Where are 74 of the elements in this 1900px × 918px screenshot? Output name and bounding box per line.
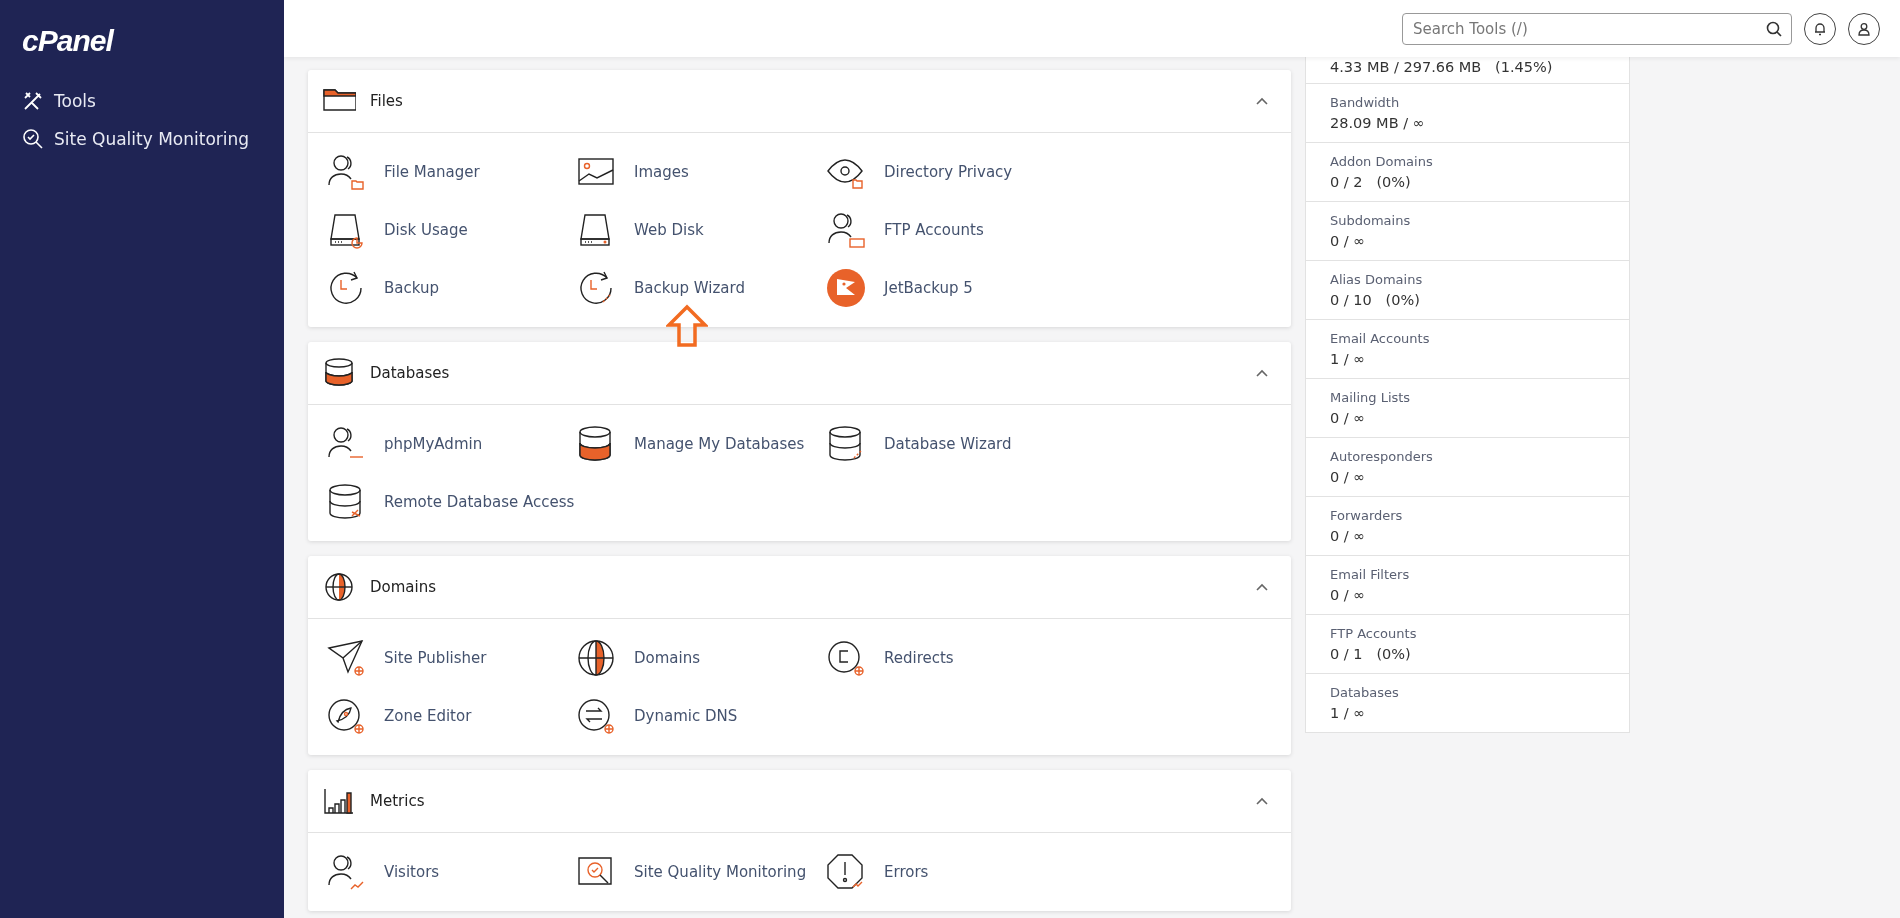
- tool-link[interactable]: Dynamic DNS: [634, 707, 738, 725]
- tool-link[interactable]: Database Wizard: [884, 435, 1012, 453]
- section-title[interactable]: Databases: [370, 364, 450, 382]
- redirect-icon[interactable]: [826, 638, 866, 678]
- stat-value: 0 / ∞: [1330, 410, 1367, 426]
- octagon-exclamation-icon[interactable]: [826, 852, 866, 892]
- stat-label: Databases: [1330, 685, 1400, 700]
- tool-link[interactable]: Site Publisher: [384, 649, 487, 667]
- stat-label: Forwarders: [1330, 508, 1404, 523]
- logo[interactable]: cPanel: [22, 24, 113, 58]
- stat-value: 1 / ∞: [1330, 705, 1367, 721]
- search-icon: [1766, 20, 1782, 37]
- stat-value: 0 / 2 (0%): [1330, 174, 1412, 190]
- tool-link[interactable]: Manage My Databases: [634, 435, 805, 453]
- stat-value: 4.33 MB / 297.66 MB (1.45%): [1330, 59, 1554, 75]
- bell-icon: [1813, 21, 1827, 36]
- globe-icon[interactable]: [576, 638, 616, 678]
- stat-value: 0 / ∞: [1330, 528, 1367, 544]
- stat-label: Subdomains: [1330, 213, 1412, 228]
- rocket-icon[interactable]: [326, 696, 366, 736]
- tool-link[interactable]: Backup: [384, 279, 439, 297]
- stat-label: Email Filters: [1330, 567, 1411, 582]
- notifications-button[interactable]: [1804, 12, 1836, 45]
- tool-link[interactable]: FTP Accounts: [884, 221, 984, 239]
- stat-label: Addon Domains: [1330, 154, 1434, 169]
- tool-link[interactable]: Zone Editor: [384, 707, 472, 725]
- user-icon[interactable]: [326, 152, 366, 192]
- tool-link[interactable]: Backup Wizard: [634, 279, 745, 297]
- tool-link[interactable]: Site Quality Monitoring: [634, 863, 807, 881]
- tool-link[interactable]: File Manager: [384, 163, 480, 181]
- section-title[interactable]: Metrics: [370, 792, 425, 810]
- stat-value: 0 / 10 (0%): [1330, 292, 1421, 308]
- nav-item[interactable]: Site Quality Monitoring: [22, 124, 250, 154]
- section-title[interactable]: Domains: [370, 578, 437, 596]
- tool-link[interactable]: Web Disk: [634, 221, 704, 239]
- tool-link[interactable]: Remote Database Access: [384, 493, 575, 511]
- round-logo-icon[interactable]: [826, 268, 866, 308]
- arrows-icon[interactable]: [576, 696, 616, 736]
- user-icon: [1857, 21, 1871, 36]
- user-icon[interactable]: [326, 852, 366, 892]
- stat-label: FTP Accounts: [1330, 626, 1418, 641]
- stat-value: 0 / ∞: [1330, 587, 1367, 603]
- tools-icon: [22, 90, 44, 112]
- stat-label: Autoresponders: [1330, 449, 1434, 464]
- tool-link[interactable]: Directory Privacy: [884, 163, 1013, 181]
- nav-item[interactable]: Tools: [22, 86, 96, 116]
- tool-link[interactable]: Domains: [634, 649, 701, 667]
- globe-icon: [322, 570, 356, 604]
- chevron-icon[interactable]: [1255, 796, 1269, 806]
- account-button[interactable]: [1848, 12, 1880, 45]
- tool-link[interactable]: Disk Usage: [384, 221, 468, 239]
- tool-link[interactable]: Visitors: [384, 863, 440, 881]
- stat-value: 1 / ∞: [1330, 351, 1367, 367]
- tool-link[interactable]: phpMyAdmin: [384, 435, 483, 453]
- stat-label: Alias Domains: [1330, 272, 1424, 287]
- tool-link[interactable]: Redirects: [884, 649, 954, 667]
- stat-label: Mailing Lists: [1330, 390, 1412, 405]
- user-icon[interactable]: [826, 210, 866, 250]
- tool-link[interactable]: Images: [634, 163, 689, 181]
- search-field[interactable]: Search Tools (/): [1402, 12, 1792, 45]
- paper-plane-icon[interactable]: [326, 638, 366, 678]
- stat-value: 28.09 MB / ∞: [1330, 115, 1426, 131]
- stat-value: 0 / ∞: [1330, 469, 1367, 485]
- chevron-icon[interactable]: [1255, 96, 1269, 106]
- tool-link[interactable]: JetBackup 5: [884, 279, 973, 297]
- stat-label: Email Accounts: [1330, 331, 1431, 346]
- stat-value: 0 / 1 (0%): [1330, 646, 1412, 662]
- search-check-icon: [22, 128, 44, 150]
- section-title[interactable]: Files: [370, 92, 403, 110]
- chevron-icon[interactable]: [1255, 368, 1269, 378]
- chevron-icon[interactable]: [1255, 582, 1269, 592]
- stat-value: 0 / ∞: [1330, 233, 1367, 249]
- tool-link[interactable]: Errors: [884, 863, 929, 881]
- stat-label: Bandwidth: [1330, 95, 1401, 110]
